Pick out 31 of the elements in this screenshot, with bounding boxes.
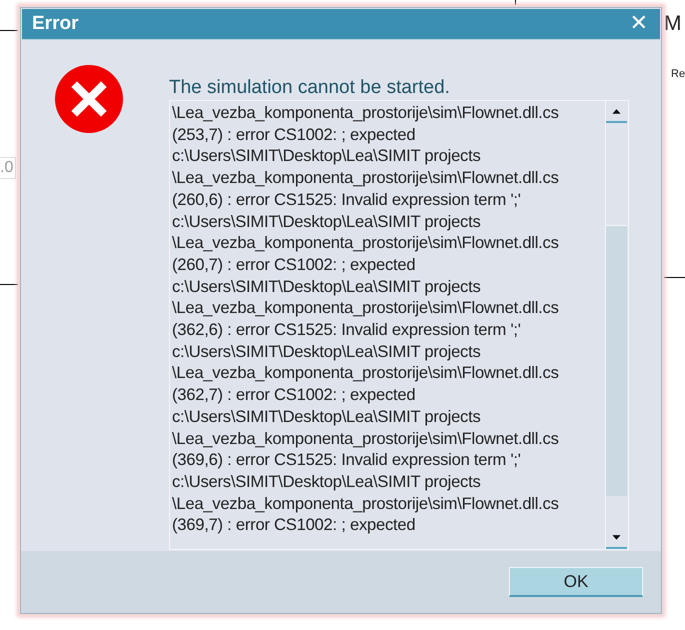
- window-title: Error: [32, 13, 78, 35]
- error-line: \Lea_vezba_komponenta_prostorije\sim\Flownet.dll.cs: [172, 232, 560, 254]
- error-line: (362,6) : error CS1525: Invalid expression term ';': [172, 319, 522, 341]
- canvas-label: Re: [671, 68, 685, 80]
- error-line: (260,6) : error CS1525: Invalid expression term ';': [172, 188, 522, 211]
- error-details-box[interactable]: [169, 100, 629, 550]
- error-line: \Lea_vezba_komponenta_prostorije\sim\Flownet.dll.cs: [172, 428, 560, 450]
- close-button[interactable]: ✕: [628, 13, 650, 35]
- error-line: (362,7) : error CS1002: ; expected: [172, 384, 416, 406]
- scrollbar-thumb[interactable]: [606, 225, 627, 496]
- error-heading: The simulation cannot be started.: [169, 77, 451, 99]
- error-line: (369,7) : error CS1002: ; expected: [172, 514, 416, 536]
- error-line: c:\Users\SIMIT\Desktop\Lea\SIMIT projects: [172, 276, 482, 298]
- error-line: \Lea_vezba_komponenta_prostorije\sim\Flownet.dll.cs: [172, 167, 560, 189]
- error-line: c:\Users\SIMIT\Desktop\Lea\SIMIT projects: [172, 470, 482, 493]
- scrollbar[interactable]: [605, 101, 628, 549]
- error-line: \Lea_vezba_komponenta_prostorije\sim\Flownet.dll.cs: [172, 297, 560, 320]
- ok-button[interactable]: OK: [509, 567, 643, 597]
- error-line: c:\Users\SIMIT\Desktop\Lea\SIMIT projects: [172, 340, 482, 362]
- canvas-label: M: [664, 12, 682, 36]
- error-line: (369,6) : error CS1525: Invalid expression term ';': [172, 449, 522, 471]
- error-line: \Lea_vezba_komponenta_prostorije\sim\Flownet.dll.cs: [172, 492, 560, 514]
- error-icon: [55, 65, 123, 133]
- error-line: \Lea_vezba_komponenta_prostorije\sim\Flownet.dll.cs: [172, 362, 560, 384]
- error-line: \Lea_vezba_komponenta_prostorije\sim\Flownet.dll.cs: [172, 102, 560, 124]
- error-line: c:\Users\SIMIT\Desktop\Lea\SIMIT projects: [172, 406, 482, 428]
- error-line: c:\Users\SIMIT\Desktop\Lea\SIMIT projects: [172, 210, 482, 232]
- value-field: .0: [0, 157, 16, 179]
- error-line: (260,7) : error CS1002: ; expected: [172, 254, 416, 276]
- error-line: (253,7) : error CS1002: ; expected: [172, 124, 416, 146]
- error-line: c:\Users\SIMIT\Desktop\Lea\SIMIT projects: [172, 145, 482, 168]
